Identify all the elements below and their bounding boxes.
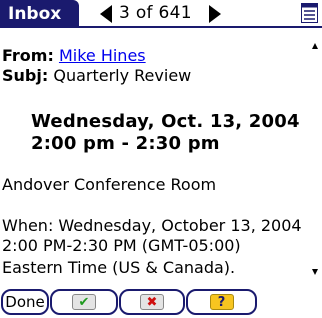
from-label: From: xyxy=(2,46,54,65)
title-underline xyxy=(0,26,322,28)
previous-message-icon[interactable] xyxy=(99,5,113,23)
x-icon: ✖ xyxy=(140,294,164,310)
scroll-down-icon[interactable] xyxy=(311,268,319,276)
from-row: From: Mike Hines xyxy=(2,46,146,66)
decline-button[interactable]: ✖ xyxy=(119,289,185,315)
question-icon: ? xyxy=(209,294,234,310)
done-button[interactable]: Done xyxy=(1,289,49,315)
menu-icon[interactable] xyxy=(301,3,318,23)
meeting-time: 2:00 pm - 2:30 pm xyxy=(31,133,220,154)
app-title[interactable]: Inbox xyxy=(0,0,79,28)
message-position: 3 of 641 xyxy=(119,3,192,23)
detail-line: 2:00 PM-2:30 PM (GMT-05:00) xyxy=(2,236,241,255)
sender-link[interactable]: Mike Hines xyxy=(59,46,146,65)
meeting-time-block: Wednesday, Oct. 13, 2004 2:00 pm - 2:30 … xyxy=(31,111,300,155)
subject-row: Subj: Quarterly Review xyxy=(2,66,191,86)
subject-label: Subj: xyxy=(2,66,49,85)
title-bar: Inbox 3 of 641 xyxy=(0,0,322,28)
accept-button[interactable]: ✔ xyxy=(50,289,118,315)
scroll-up-icon[interactable] xyxy=(311,42,319,50)
subject-value: Quarterly Review xyxy=(53,66,192,85)
next-message-icon[interactable] xyxy=(208,5,222,23)
check-icon: ✔ xyxy=(72,294,96,310)
detail-line: Eastern Time (US & Canada). xyxy=(2,258,236,277)
meeting-location: Andover Conference Room xyxy=(2,175,217,194)
meeting-date: Wednesday, Oct. 13, 2004 xyxy=(31,111,300,132)
tentative-button[interactable]: ? xyxy=(186,289,257,315)
detail-line: When: Wednesday, October 13, 2004 xyxy=(2,216,302,235)
